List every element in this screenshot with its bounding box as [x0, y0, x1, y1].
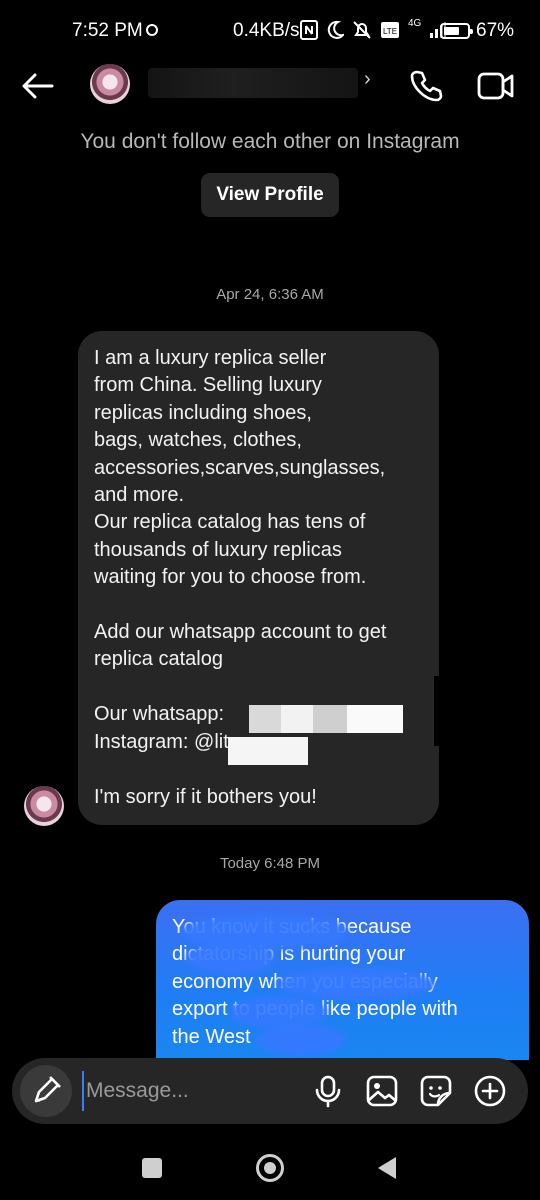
network-type: 4G: [408, 17, 422, 29]
status-time: 7:52 PM: [72, 20, 143, 41]
video-call-button[interactable]: [476, 68, 516, 104]
message-composer: [12, 1058, 528, 1124]
status-bar: 7:52 PM 0.4KB/s LTE 4G 67%: [0, 0, 540, 60]
chevron-right-icon[interactable]: ›: [364, 68, 371, 91]
message-timestamp: Today 6:48 PM: [219, 855, 321, 872]
system-nav-bar: [0, 1132, 540, 1200]
outgoing-message-bubble[interactable]: You know it sucks because dictatorship i…: [156, 900, 529, 1060]
mute-icon: [353, 21, 371, 39]
gallery-button[interactable]: [364, 1073, 400, 1109]
blur-redaction: [276, 968, 436, 1000]
nfc-icon: [300, 20, 318, 40]
audio-call-button[interactable]: [408, 68, 444, 104]
system-back-button[interactable]: [378, 1157, 396, 1179]
blur-redaction: [186, 942, 276, 974]
home-button[interactable]: [256, 1154, 284, 1182]
divider: [434, 676, 440, 746]
message-timestamp: Apr 24, 6:36 AM: [216, 286, 324, 303]
sticker-icon: [420, 1075, 452, 1107]
battery-percent: 67%: [476, 20, 515, 41]
moon-icon: [327, 20, 344, 39]
redaction-block: [281, 705, 313, 733]
volte-icon: LTE: [381, 22, 399, 38]
photo-icon: [366, 1075, 398, 1107]
message-input[interactable]: [82, 1071, 306, 1111]
redaction-block: [249, 705, 281, 733]
more-options-button[interactable]: [472, 1073, 508, 1109]
recents-button[interactable]: [142, 1158, 162, 1178]
notification-icon: [146, 24, 158, 36]
status-icons: LTE 4G: [300, 18, 447, 42]
contact-avatar[interactable]: [90, 64, 130, 104]
microphone-icon: [315, 1075, 341, 1108]
sender-avatar[interactable]: [24, 786, 64, 826]
draw-button[interactable]: [20, 1065, 72, 1117]
phone-icon: [410, 70, 443, 102]
plus-circle-icon: [474, 1075, 506, 1107]
redaction-block: [347, 705, 403, 733]
follow-status-note: You don't follow each other on Instagram: [80, 130, 460, 153]
battery-indicator: 67%: [440, 20, 514, 42]
voice-message-button[interactable]: [310, 1073, 346, 1109]
chat-header: ›: [0, 54, 540, 116]
video-camera-icon: [477, 72, 514, 100]
redaction-block: [228, 737, 308, 765]
battery-icon: [440, 23, 473, 39]
blur-redaction: [256, 1024, 346, 1056]
contact-name[interactable]: [148, 68, 358, 98]
back-arrow-icon: [22, 73, 54, 99]
svg-text:LTE: LTE: [383, 27, 397, 36]
sticker-button[interactable]: [418, 1073, 454, 1109]
incoming-message-bubble[interactable]: I am a luxury replica seller from China.…: [78, 331, 439, 825]
back-button[interactable]: [20, 68, 56, 104]
blur-redaction: [228, 996, 328, 1028]
network-speed: 0.4KB/s: [233, 20, 300, 41]
redaction-block: [313, 705, 347, 733]
pen-icon: [34, 1076, 61, 1103]
view-profile-button[interactable]: View Profile: [201, 173, 339, 217]
